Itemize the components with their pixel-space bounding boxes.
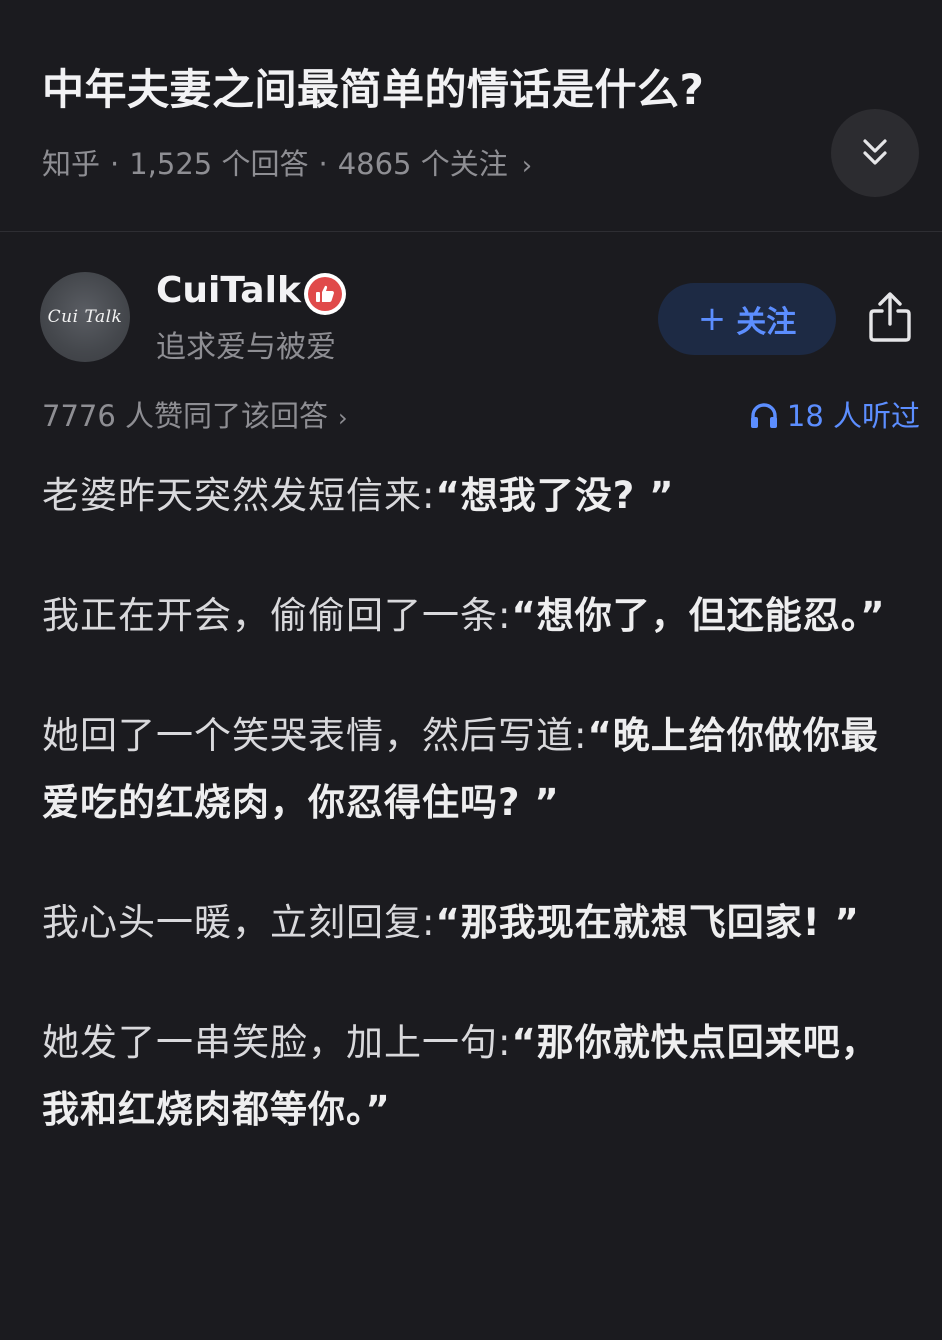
share-icon [869,292,911,342]
author-bio: 追求爱与被爱 [156,330,336,365]
double-chevron-down-icon [863,139,887,165]
thumbs-up-icon [316,285,334,302]
avatar[interactable]: Cui Talk [40,272,130,362]
paragraph-text: 我正在开会，偷偷回了一条: [42,594,512,637]
question-meta[interactable]: 知乎 · 1,525 个回答 · 4865 个关注 › [42,143,532,187]
follow-button[interactable]: + 关注 [658,283,836,355]
headphones-icon [750,403,777,428]
likes-link[interactable]: 7776 人赞同了该回答 › [42,396,348,438]
answer-page: 中年夫妻之间最简单的情话是什么? 知乎 · 1,525 个回答 · 4865 个关注 › … [0,0,942,1340]
meta-separator: · [318,147,328,181]
author-name[interactable]: CuiTalk [156,268,301,314]
follow-label: 关注 [736,305,797,340]
listen-button[interactable]: 18 人听过 [749,396,920,436]
paragraph-text: 她回了一个笑哭表情，然后写道: [42,714,588,757]
answer-paragraph: 她回了一个笑哭表情，然后写道:“晚上给你做你最爱吃的红烧肉，你忍得住吗? ” [42,702,912,836]
answer-paragraph: 她发了一串笑脸，加上一句:“那你就快点回来吧，我和红烧肉都等你。” [42,1009,912,1143]
answer-paragraph: 我正在开会，偷偷回了一条:“想你了，但还能忍。” [42,582,912,649]
chevron-right-icon: › [338,404,348,432]
answer-paragraph: 我心头一暖，立刻回复:“那我现在就想飞回家! ” [42,889,912,956]
question-title[interactable]: 中年夫妻之间最简单的情话是什么? [42,62,822,118]
listen-count: 18 人听过 [786,399,920,433]
answer-content: 老婆昨天突然发短信来:“想我了没? ” 我正在开会，偷偷回了一条:“想你了，但还… [42,462,912,1196]
paragraph-quote: “想你了，但还能忍。” [511,594,886,637]
collapse-button[interactable] [831,109,919,197]
share-button[interactable] [864,288,916,346]
meta-separator: · [110,147,120,181]
thumbs-up-badge-icon[interactable] [304,273,346,315]
paragraph-text: 她发了一串笑脸，加上一句: [42,1021,512,1064]
follower-count: 4865 个关注 [337,147,508,181]
paragraph-quote: “那我现在就想飞回家! ” [435,901,860,944]
answer-count: 1,525 个回答 [129,147,309,181]
paragraph-quote: “想我了没? ” [435,474,675,517]
answer-paragraph: 老婆昨天突然发短信来:“想我了没? ” [42,462,912,529]
plus-icon: + [697,299,727,339]
source-label: 知乎 [42,147,101,181]
likes-count: 7776 人赞同了该回答 [42,399,329,433]
divider [0,231,942,232]
avatar-text: Cui Talk [47,307,123,327]
paragraph-text: 我心头一暖，立刻回复: [42,901,436,944]
paragraph-text: 老婆昨天突然发短信来: [42,474,436,517]
chevron-right-icon: › [521,151,533,181]
